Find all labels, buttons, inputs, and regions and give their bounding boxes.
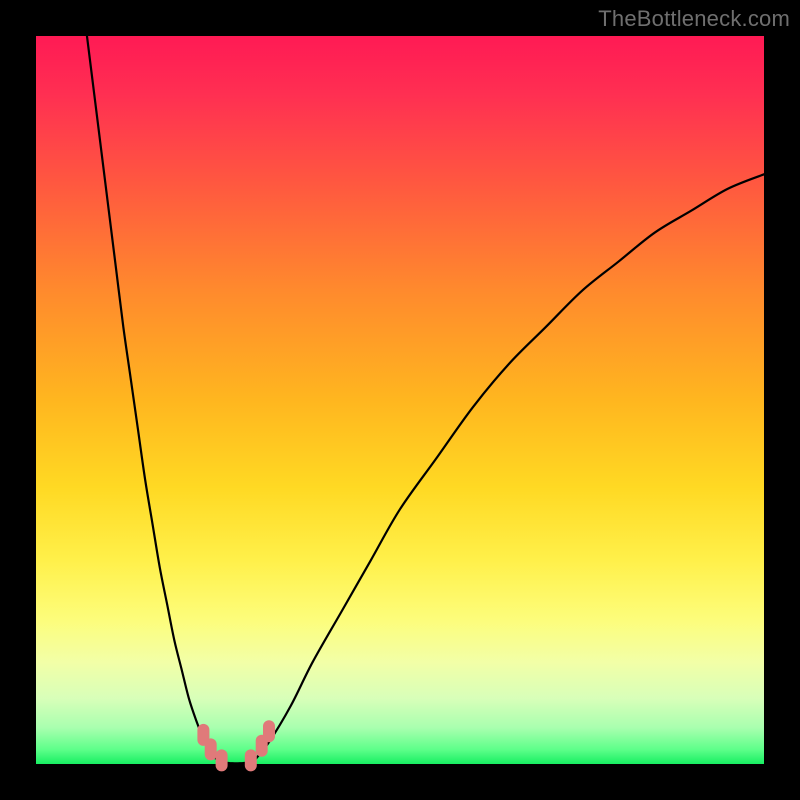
chart-frame: TheBottleneck.com <box>0 0 800 800</box>
valley-marker <box>263 720 275 742</box>
watermark-text: TheBottleneck.com <box>598 6 790 32</box>
plot-area <box>36 36 764 764</box>
bottleneck-curve <box>36 36 764 764</box>
valley-marker <box>245 749 257 771</box>
curve-path <box>87 36 764 763</box>
valley-marker <box>205 738 217 760</box>
valley-marker <box>216 749 228 771</box>
